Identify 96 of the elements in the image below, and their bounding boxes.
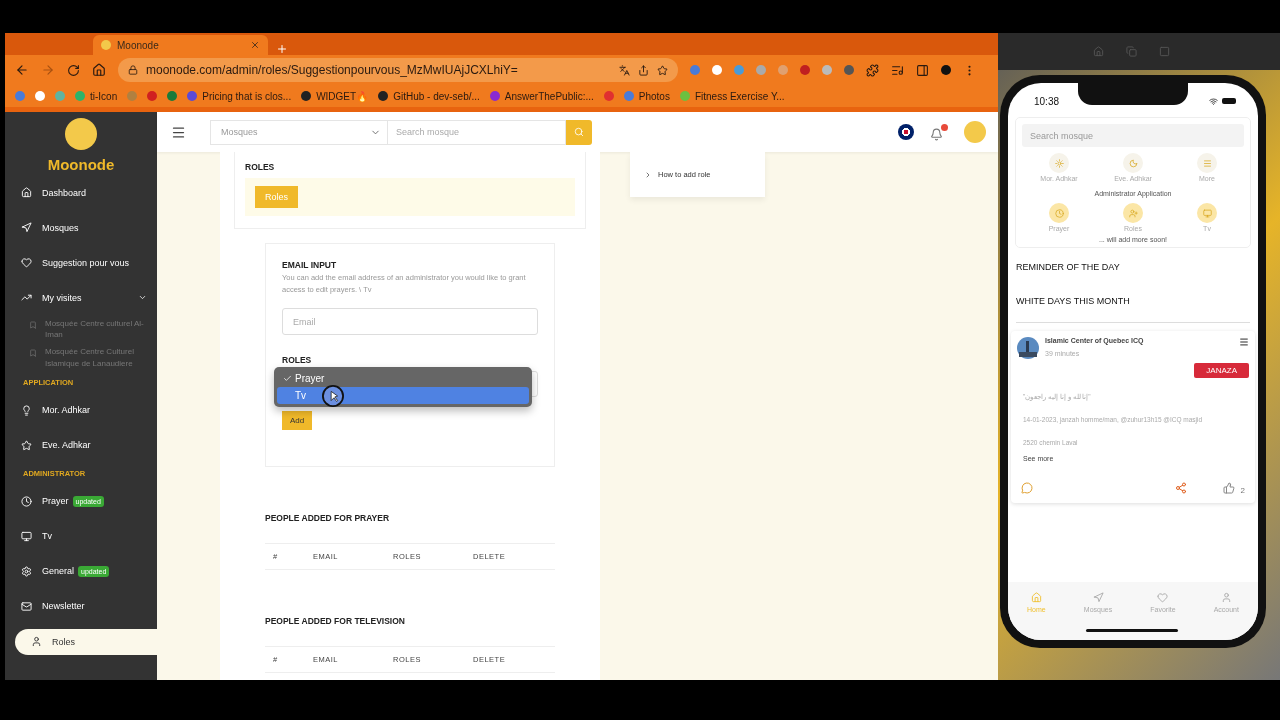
comment-icon[interactable] (1021, 481, 1033, 494)
search-button[interactable] (566, 119, 592, 145)
add-button[interactable]: Add (282, 411, 313, 430)
bookmark-icon (29, 321, 37, 329)
profile-icon[interactable] (941, 65, 951, 75)
bookmark-link[interactable]: AnswerThePublic:... (489, 90, 594, 102)
brand-name: Moonode (46, 156, 116, 173)
back-icon[interactable] (15, 63, 29, 77)
bookmark-link[interactable]: Pricing that is clos... (187, 90, 292, 102)
sidebar-item[interactable]: Tv (5, 518, 157, 554)
close-icon[interactable] (250, 40, 260, 50)
clock-icon (21, 495, 32, 507)
extension-icon[interactable] (844, 65, 854, 75)
side-panel-icon[interactable] (916, 63, 929, 77)
moon-icon (1123, 153, 1143, 173)
extension-icon[interactable] (822, 65, 832, 75)
dropdown-option[interactable]: Prayer (277, 370, 529, 387)
sidebar-item[interactable]: Mosques (5, 210, 157, 245)
mosque-select[interactable]: Mosques (210, 119, 388, 145)
browser-tab[interactable]: Moonode (93, 35, 268, 55)
sidebar-item[interactable]: Eve. Adhkar (5, 427, 157, 463)
lock-icon (128, 65, 138, 75)
status-time: 10:38 (1034, 95, 1060, 107)
sun-icon (1049, 153, 1069, 173)
favicon-icon (101, 40, 111, 50)
home-icon (21, 187, 32, 198)
search-icon (574, 127, 584, 137)
menu-icon[interactable] (171, 124, 186, 140)
post-tag: JANAZA (1194, 363, 1249, 378)
bookmark-icon[interactable] (15, 91, 25, 101)
clock-icon (1049, 203, 1069, 223)
monitor-icon (21, 530, 32, 542)
bookmark-link[interactable]: Fitness Exercise Y... (679, 90, 785, 102)
chart-icon (21, 292, 32, 303)
settings-icon (21, 565, 32, 577)
translate-icon[interactable] (619, 64, 630, 76)
flag-icon[interactable] (898, 124, 914, 140)
bookmark-icon[interactable] (147, 91, 158, 101)
field-title: EMAIL INPUT (282, 260, 338, 270)
table-title: PEOPLE ADDED FOR TELEVISION (265, 616, 406, 626)
bookmark-link[interactable]: Photos (623, 90, 670, 102)
new-tab-icon[interactable] (276, 43, 288, 55)
bookmark-link[interactable]: GitHub - dev-seb/... (378, 90, 480, 102)
sidebar-item[interactable]: Dashboard (5, 175, 157, 210)
address-bar[interactable]: moonode.com/admin/roles/Suggestionpourvous_MzMwIUAjJCXLhiY= (118, 58, 678, 82)
share-icon[interactable] (1174, 481, 1187, 494)
bookmark-icon[interactable] (35, 91, 45, 101)
sidebar-item[interactable]: Mor. Adhkar (5, 392, 157, 428)
extension-icon[interactable] (712, 65, 722, 75)
reload-icon[interactable] (67, 63, 80, 77)
user-icon (31, 636, 42, 648)
navigation-icon (1092, 592, 1104, 603)
bookmark-link[interactable]: ti-Icon (75, 90, 118, 102)
extension-icon[interactable] (690, 65, 700, 75)
navigation-icon (21, 222, 32, 233)
section-title: ROLES (245, 162, 276, 172)
sidebar-item[interactable]: My visites (5, 280, 157, 315)
playlist-icon[interactable] (891, 63, 904, 77)
heart-icon (21, 257, 32, 268)
bell-icon[interactable] (930, 123, 948, 141)
mail-icon (21, 600, 32, 612)
sidebar-item[interactable]: Newsletter (5, 588, 157, 624)
sidebar-item[interactable]: Roles (15, 628, 157, 655)
bookmark-icon[interactable] (603, 91, 614, 101)
home-icon[interactable] (92, 63, 106, 77)
monitor-icon (1197, 203, 1217, 223)
section-title: WHITE DAYS THIS MONTH (1015, 296, 1131, 306)
extensions-icon[interactable] (866, 63, 879, 77)
screenshot-icon[interactable] (1126, 46, 1137, 57)
menu-icon (1197, 153, 1217, 173)
dropdown-option[interactable]: Tv (277, 387, 529, 404)
bookmark-icon (29, 349, 37, 358)
section-title: REMINDER OF THE DAY (1015, 262, 1121, 272)
table-title: PEOPLE ADDED FOR PRAYER (265, 513, 391, 523)
battery-icon (1222, 98, 1236, 104)
home-icon (1030, 592, 1042, 603)
cursor-icon (322, 385, 344, 407)
avatar-icon[interactable] (964, 121, 986, 143)
share-icon[interactable] (638, 64, 649, 76)
wifi-icon (1209, 96, 1218, 106)
heart-icon (1157, 592, 1169, 603)
like-count: 2 (1240, 486, 1245, 496)
lightbulb-icon (21, 404, 32, 416)
bookmark-link[interactable]: WIDGET🔥 (301, 90, 369, 102)
rotate-icon[interactable] (1159, 46, 1170, 57)
like-icon[interactable] (1222, 481, 1235, 494)
star-icon (21, 439, 32, 451)
sidebar-item[interactable]: Suggestion pour vous (5, 245, 157, 280)
logo-icon (65, 118, 97, 150)
user-icon (1123, 203, 1143, 223)
bookmark-icon[interactable] (167, 91, 178, 101)
field-title: ROLES (282, 355, 313, 365)
extension-icon[interactable] (800, 65, 810, 75)
user-icon (1220, 592, 1232, 603)
star-icon[interactable] (657, 64, 668, 76)
forward-icon[interactable] (41, 63, 55, 77)
